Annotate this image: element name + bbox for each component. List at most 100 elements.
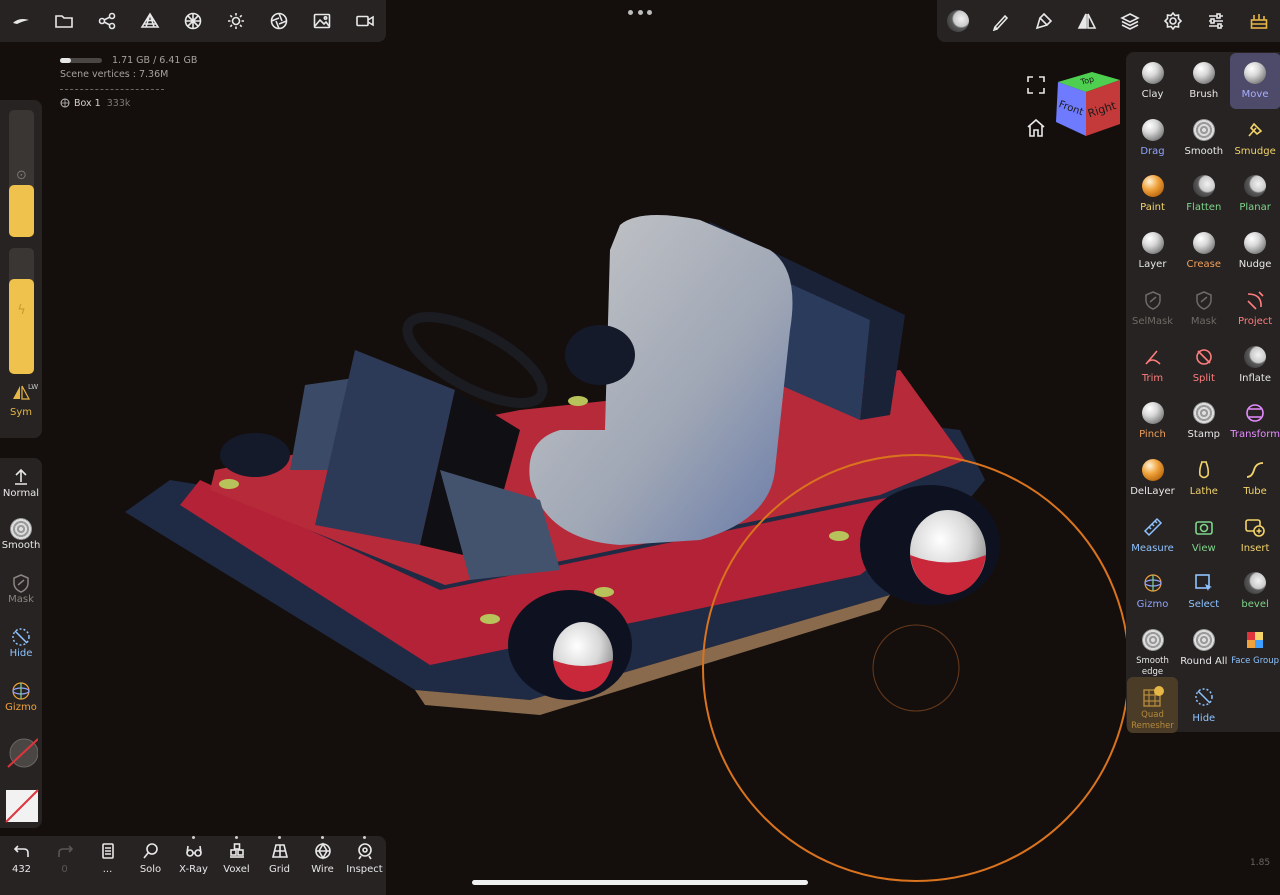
- symmetry-badge: LW: [28, 383, 39, 391]
- tool-tube[interactable]: Tube: [1230, 450, 1280, 506]
- history-button[interactable]: ...: [86, 842, 129, 875]
- tool-label: Brush: [1189, 89, 1219, 100]
- tool-split[interactable]: Split: [1178, 337, 1229, 393]
- nomad-logo-icon[interactable]: [0, 0, 43, 42]
- tool-drag[interactable]: Drag: [1127, 110, 1178, 166]
- tool-bevel[interactable]: bevel: [1230, 563, 1280, 619]
- mask-button[interactable]: Mask: [0, 572, 42, 605]
- redo-button[interactable]: 0: [43, 842, 86, 875]
- tool-insert[interactable]: Insert: [1230, 507, 1280, 563]
- symmetry-icon[interactable]: [1066, 0, 1109, 42]
- tool-lathe[interactable]: Lathe: [1178, 450, 1229, 506]
- tool-mask[interactable]: Mask: [1178, 280, 1229, 336]
- radius-slider[interactable]: ⊙: [9, 110, 34, 237]
- light-sun-icon[interactable]: [214, 0, 257, 42]
- insert-icon: [1244, 516, 1266, 538]
- tool-label: Split: [1192, 372, 1215, 384]
- object-name: Box 1: [74, 97, 101, 109]
- undo-icon: [13, 845, 29, 857]
- sphere-icon: [1192, 62, 1215, 84]
- tool-flatten[interactable]: Flatten: [1178, 166, 1229, 222]
- solo-button[interactable]: Solo: [129, 842, 172, 875]
- tool-transform[interactable]: Transform: [1230, 393, 1280, 449]
- view-cube[interactable]: Top Front Right: [1052, 66, 1124, 140]
- tool-label: Trim: [1141, 372, 1164, 384]
- tool-layer[interactable]: Layer: [1127, 223, 1178, 279]
- tool-paint[interactable]: Paint: [1127, 166, 1178, 222]
- more-options-icon[interactable]: [628, 10, 652, 16]
- inspect-button[interactable]: Inspect: [343, 836, 386, 875]
- tool-select[interactable]: Select: [1178, 563, 1229, 619]
- tool-round-all[interactable]: Round All: [1178, 620, 1229, 676]
- home-indicator[interactable]: [472, 880, 808, 885]
- tool-hide[interactable]: Hide: [1178, 677, 1229, 733]
- tool-view[interactable]: View: [1178, 507, 1229, 563]
- wire-button[interactable]: Wire: [301, 836, 344, 875]
- mesh-topology-icon[interactable]: [129, 0, 172, 42]
- tool-gizmo[interactable]: Gizmo: [1127, 563, 1178, 619]
- tool-label: Hide: [1192, 712, 1216, 724]
- tool-inflate[interactable]: Inflate: [1230, 337, 1280, 393]
- symmetry-button[interactable]: LW Sym: [0, 383, 42, 418]
- voxel-button[interactable]: Voxel: [215, 836, 258, 875]
- home-icon[interactable]: [1025, 117, 1047, 139]
- video-camera-icon[interactable]: [343, 0, 386, 42]
- tools-toggle-icon[interactable]: [1237, 0, 1280, 42]
- tool-measure[interactable]: Measure: [1127, 507, 1178, 563]
- painting-icon[interactable]: [1023, 0, 1066, 42]
- tool-smooth-edge[interactable]: Smooth edge: [1127, 620, 1178, 677]
- tool-label: Drag: [1140, 145, 1165, 157]
- tool-face-group[interactable]: Face Group: [1230, 620, 1280, 676]
- stroke-brush-icon[interactable]: [980, 0, 1023, 42]
- memory-bar-fill: [60, 57, 71, 63]
- normal-button[interactable]: Normal: [0, 466, 42, 499]
- smooth-button[interactable]: Smooth: [0, 518, 42, 551]
- sliders-icon[interactable]: [1194, 0, 1237, 42]
- tool-label: Project: [1237, 315, 1273, 327]
- scene-tree-icon[interactable]: [86, 0, 129, 42]
- gizmo-button[interactable]: Gizmo: [0, 680, 42, 713]
- tool-label: Smooth edge: [1136, 656, 1169, 677]
- layers-icon[interactable]: [1109, 0, 1152, 42]
- tool-stamp[interactable]: Stamp: [1178, 393, 1229, 449]
- undo-button[interactable]: 432: [0, 842, 43, 875]
- material-sphere-icon[interactable]: [172, 0, 215, 42]
- grid-button[interactable]: Grid: [258, 836, 301, 875]
- settings-gear-icon[interactable]: [1151, 0, 1194, 42]
- xray-button[interactable]: X-Ray: [172, 836, 215, 875]
- sphere-icon: [1192, 118, 1215, 141]
- top-right-toolbar: [937, 0, 1280, 42]
- tool-crease[interactable]: Crease: [1178, 223, 1229, 279]
- intensity-slider[interactable]: ϟ: [9, 248, 34, 374]
- image-icon[interactable]: [300, 0, 343, 42]
- tool-brush[interactable]: Brush: [1178, 53, 1229, 109]
- tool-dellayer[interactable]: DelLayer: [1127, 450, 1178, 506]
- fullscreen-icon[interactable]: [1026, 75, 1046, 95]
- active-object[interactable]: Box 1 333k: [60, 96, 197, 110]
- current-tool-icon[interactable]: [937, 0, 980, 42]
- stats-divider: [60, 89, 164, 90]
- folder-icon[interactable]: [43, 0, 86, 42]
- tool-smudge[interactable]: Smudge: [1230, 110, 1280, 166]
- tool-trim[interactable]: Trim: [1127, 337, 1178, 393]
- tool-move[interactable]: Move: [1229, 53, 1280, 109]
- tool-label: Smooth: [1184, 145, 1224, 157]
- tool-nudge[interactable]: Nudge: [1230, 223, 1280, 279]
- sphere-icon: [1141, 402, 1164, 425]
- tool-label: Crease: [1186, 259, 1222, 271]
- tool-quad-remesher[interactable]: Quad Remesher: [1127, 676, 1178, 733]
- hide-button[interactable]: Hide: [0, 626, 42, 659]
- tool-smooth[interactable]: Smooth: [1178, 110, 1229, 166]
- tool-selmask[interactable]: SelMask: [1127, 280, 1178, 336]
- tool-clay[interactable]: Clay: [1127, 53, 1178, 109]
- gizmo-icon: [12, 682, 30, 700]
- camera-icon: [1193, 516, 1215, 538]
- material-swatch-button[interactable]: [0, 788, 42, 824]
- tool-planar[interactable]: Planar: [1230, 166, 1280, 222]
- color-picker-button[interactable]: [0, 736, 42, 770]
- camera-aperture-icon[interactable]: [257, 0, 300, 42]
- tool-pinch[interactable]: Pinch: [1127, 393, 1178, 449]
- tool-project[interactable]: Project: [1230, 280, 1280, 336]
- tool-label: Insert: [1240, 542, 1270, 554]
- tool-label: Stamp: [1187, 429, 1221, 441]
